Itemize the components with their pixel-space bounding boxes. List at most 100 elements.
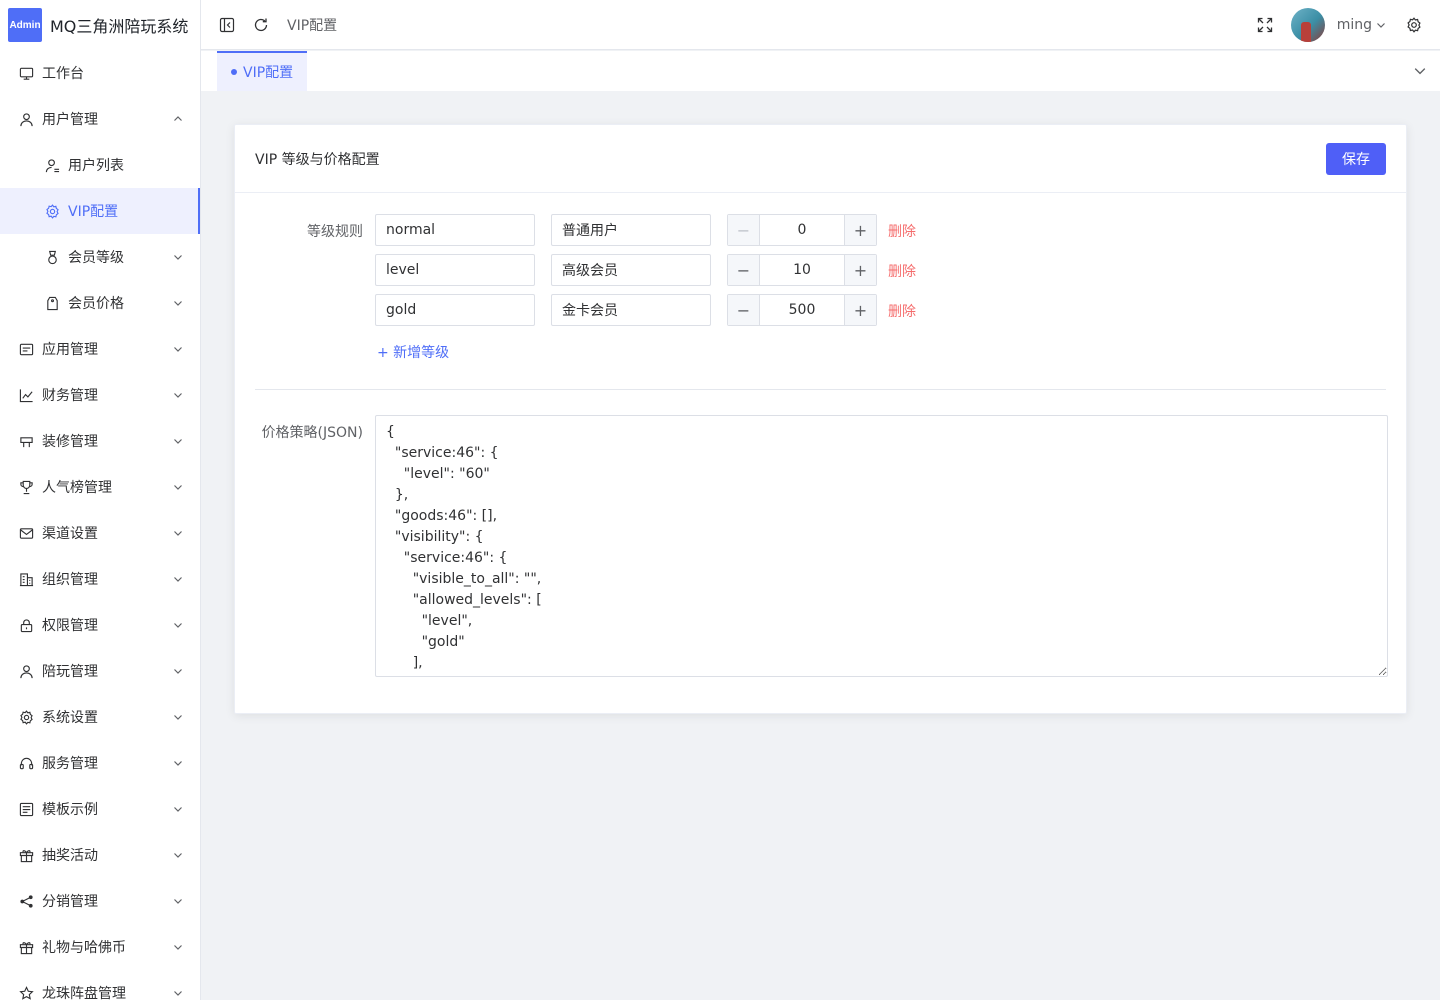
chevron-down-icon xyxy=(172,389,184,401)
sidebar-item-distribution[interactable]: 分销管理 xyxy=(0,878,200,924)
trophy-icon xyxy=(18,479,34,495)
sidebar-item-user-list[interactable]: 用户列表 xyxy=(0,142,200,188)
refresh-icon[interactable] xyxy=(251,15,271,35)
app-icon xyxy=(18,341,34,357)
chevron-down-icon xyxy=(172,435,184,447)
sidebar-item-member-price[interactable]: 会员价格 xyxy=(0,280,200,326)
sidebar-item-lottery[interactable]: 抽奖活动 xyxy=(0,832,200,878)
sidebar-item-label: 会员等级 xyxy=(68,250,124,266)
level-value-stepper[interactable]: − 0 + xyxy=(727,214,877,246)
tab-vip-config[interactable]: VIP配置 xyxy=(217,51,308,91)
save-button[interactable]: 保存 xyxy=(1326,142,1386,175)
chevron-down-icon[interactable] xyxy=(1374,15,1388,35)
add-level-link[interactable]: + 新增等级 xyxy=(377,342,449,362)
sidebar: Admin MQ三角洲陪玩系统 工作台 用户管理 用户列表 VIP配置 会员等级… xyxy=(0,0,201,1000)
sidebar-item-finance[interactable]: 财务管理 xyxy=(0,372,200,418)
stepper-value[interactable]: 500 xyxy=(760,295,844,325)
sidebar-item-vip-config[interactable]: VIP配置 xyxy=(0,188,200,234)
logo-area: Admin MQ三角洲陪玩系统 xyxy=(0,0,200,50)
gear-icon xyxy=(18,709,34,725)
chevron-down-icon xyxy=(172,481,184,493)
gift-icon xyxy=(18,847,34,863)
header-right: ming xyxy=(1255,7,1440,42)
sidebar-item-app-management[interactable]: 应用管理 xyxy=(0,326,200,372)
chevron-down-icon xyxy=(172,849,184,861)
avatar[interactable] xyxy=(1290,7,1325,42)
sidebar-item-service[interactable]: 服务管理 xyxy=(0,740,200,786)
delete-level-link[interactable]: 删除 xyxy=(888,301,916,321)
decorate-icon xyxy=(18,433,34,449)
sidebar-item-organization[interactable]: 组织管理 xyxy=(0,556,200,602)
sidebar-item-label: 装修管理 xyxy=(42,434,98,450)
plus-button[interactable]: + xyxy=(844,215,876,245)
sidebar-item-system-settings[interactable]: 系统设置 xyxy=(0,694,200,740)
sidebar-item-label: VIP配置 xyxy=(68,204,119,220)
level-key-input[interactable] xyxy=(375,294,535,326)
fullscreen-icon[interactable] xyxy=(1255,15,1275,35)
user-list-icon xyxy=(44,157,60,173)
sidebar-item-label: 权限管理 xyxy=(42,618,98,634)
user-name[interactable]: ming xyxy=(1337,17,1372,33)
level-key-input[interactable] xyxy=(375,214,535,246)
sidebar-item-user-management[interactable]: 用户管理 xyxy=(0,96,200,142)
level-name-input[interactable] xyxy=(551,214,711,246)
sidebar-item-label: 渠道设置 xyxy=(42,526,98,542)
chevron-down-icon[interactable] xyxy=(1412,63,1428,79)
delete-level-link[interactable]: 删除 xyxy=(888,261,916,281)
sidebar-item-dashboard[interactable]: 工作台 xyxy=(0,50,200,96)
sidebar-item-label: 会员价格 xyxy=(68,296,124,312)
sidebar-item-gifts[interactable]: 礼物与哈佛币 xyxy=(0,924,200,970)
price-strategy-label: 价格策略(JSON) xyxy=(261,425,363,441)
chevron-down-icon xyxy=(172,297,184,309)
level-key-input[interactable] xyxy=(375,254,535,286)
vip-config-card: VIP 等级与价格配置 保存 等级规则 − 0 + 删除 − 10 + 删除 −… xyxy=(234,124,1407,714)
minus-button[interactable]: − xyxy=(728,295,760,325)
chevron-down-icon xyxy=(172,941,184,953)
sidebar-item-label: 用户列表 xyxy=(68,158,124,174)
sidebar-item-label: 服务管理 xyxy=(42,756,98,772)
chevron-up-icon xyxy=(172,113,184,125)
plus-button[interactable]: + xyxy=(844,255,876,285)
user-icon xyxy=(18,663,34,679)
delete-level-link[interactable]: 删除 xyxy=(888,221,916,241)
sidebar-item-label: 应用管理 xyxy=(42,342,98,358)
app-title: MQ三角洲陪玩系统 xyxy=(50,17,189,36)
settings-gear-icon[interactable] xyxy=(1404,15,1424,35)
chevron-down-icon xyxy=(172,665,184,677)
chevron-down-icon xyxy=(172,803,184,815)
sidebar-item-dragon-ball[interactable]: 龙珠阵盘管理 xyxy=(0,970,200,1000)
sidebar-item-permission[interactable]: 权限管理 xyxy=(0,602,200,648)
minus-button[interactable]: − xyxy=(728,255,760,285)
sidebar-item-label: 人气榜管理 xyxy=(42,480,112,496)
sidebar-item-decoration[interactable]: 装修管理 xyxy=(0,418,200,464)
chevron-down-icon xyxy=(172,619,184,631)
level-name-input[interactable] xyxy=(551,294,711,326)
chevron-down-icon xyxy=(172,711,184,723)
star-icon xyxy=(18,985,34,1000)
sidebar-item-label: 财务管理 xyxy=(42,388,98,404)
chevron-down-icon xyxy=(172,895,184,907)
level-name-input[interactable] xyxy=(551,254,711,286)
sidebar-item-template[interactable]: 模板示例 xyxy=(0,786,200,832)
collapse-sidebar-icon[interactable] xyxy=(217,15,237,35)
top-header: VIP配置 ming xyxy=(201,0,1440,50)
plus-button[interactable]: + xyxy=(844,295,876,325)
sidebar-item-channel[interactable]: 渠道设置 xyxy=(0,510,200,556)
sidebar-item-companion[interactable]: 陪玩管理 xyxy=(0,648,200,694)
stepper-value[interactable]: 10 xyxy=(760,255,844,285)
sidebar-item-label: 用户管理 xyxy=(42,112,98,128)
minus-button[interactable]: − xyxy=(728,215,760,245)
tab-label: VIP配置 xyxy=(243,65,294,81)
stepper-value[interactable]: 0 xyxy=(760,215,844,245)
chevron-down-icon xyxy=(172,251,184,263)
sidebar-item-member-level[interactable]: 会员等级 xyxy=(0,234,200,280)
sidebar-item-label: 分销管理 xyxy=(42,894,98,910)
price-strategy-json-editor[interactable]: { "service:46": { "level": "60" }, "good… xyxy=(375,415,1388,677)
tabs-bar: VIP配置 xyxy=(201,51,1440,91)
level-value-stepper[interactable]: − 500 + xyxy=(727,294,877,326)
sidebar-item-label: 工作台 xyxy=(42,66,84,82)
level-value-stepper[interactable]: − 10 + xyxy=(727,254,877,286)
sidebar-item-popularity[interactable]: 人气榜管理 xyxy=(0,464,200,510)
active-dot xyxy=(231,69,237,75)
card-header: VIP 等级与价格配置 保存 xyxy=(235,125,1406,193)
